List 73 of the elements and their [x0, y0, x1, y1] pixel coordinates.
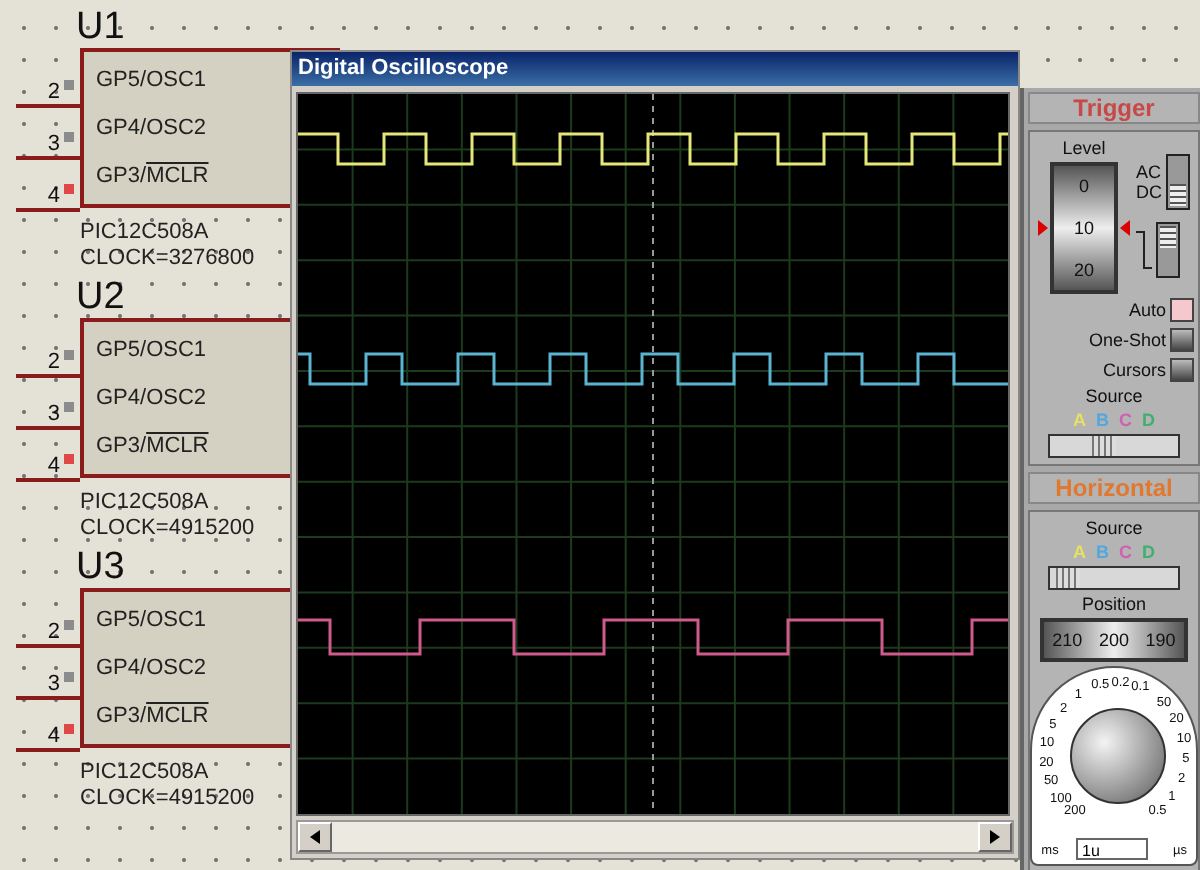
position-label: Position [1081, 594, 1147, 614]
edge-icon [1136, 230, 1152, 270]
channel-letter[interactable]: C [1119, 542, 1132, 562]
timebase-field[interactable]: 1u [1076, 838, 1148, 860]
pin-number: 2 [47, 350, 60, 374]
scroll-right-button[interactable] [978, 822, 1012, 852]
level-label: Level [1062, 138, 1106, 158]
scale-number: 190 [1145, 630, 1176, 650]
toggle-button[interactable] [1170, 298, 1194, 322]
left-arrow-icon [310, 830, 320, 844]
component-reference: U1 [76, 8, 127, 48]
channel-letter[interactable]: B [1096, 542, 1109, 562]
pin-label: GP3/MCLR [96, 164, 211, 188]
pin-label: GP4/OSC2 [96, 656, 209, 680]
option-label: Cursors [1102, 360, 1166, 380]
coupling-switch[interactable] [1166, 154, 1190, 210]
clock-value: CLOCK=3276800 [80, 246, 255, 272]
scale-number: 20 [1073, 259, 1094, 280]
scale-number: 210 [1052, 630, 1083, 650]
clock-value: CLOCK=4915200 [80, 516, 255, 542]
channel-letter[interactable]: D [1142, 542, 1155, 562]
scroll-left-button[interactable] [298, 822, 332, 852]
pin-number: 3 [47, 672, 60, 696]
option-label: One-Shot [1088, 330, 1166, 350]
component-reference: U2 [76, 278, 127, 318]
switch-thumb[interactable] [1170, 184, 1186, 206]
source-label: Source [1085, 386, 1143, 406]
pin-label: GP4/OSC2 [96, 386, 209, 410]
pin-label: GP3/MCLR [96, 704, 211, 728]
pin-number: 4 [47, 184, 60, 208]
component-reference: U3 [76, 548, 127, 588]
slider-thumb[interactable] [1055, 568, 1080, 588]
coupling-label: AC [1136, 162, 1162, 182]
source-slider[interactable] [1048, 434, 1180, 458]
horizontal-header: Horizontal [1028, 472, 1200, 504]
pin-label: GP5/OSC1 [96, 338, 209, 362]
part-name: PIC12C508A [80, 760, 209, 786]
pin-label: GP4/OSC2 [96, 116, 209, 140]
trigger-header: Trigger [1028, 92, 1200, 124]
slider-thumb[interactable] [1091, 436, 1116, 456]
channel-letter[interactable]: A [1073, 542, 1086, 562]
window-title: Digital Oscilloscope [292, 52, 1018, 86]
clock-value: CLOCK=4915200 [80, 786, 255, 812]
option-label: Auto [1128, 300, 1166, 320]
scale-number: 200 [1098, 630, 1129, 650]
source-label: Source [1085, 518, 1143, 538]
pin-number: 2 [47, 80, 60, 104]
coupling-label: DC [1136, 182, 1162, 202]
part-name: PIC12C508A [80, 490, 209, 516]
switch-thumb[interactable] [1160, 226, 1176, 248]
pin-number: 3 [47, 402, 60, 426]
pin-label: GP3/MCLR [96, 434, 211, 458]
position-wheel[interactable]: 210 200 190 [1040, 618, 1188, 662]
scale-number: 0 [1078, 176, 1089, 197]
pin-number: 2 [47, 620, 60, 644]
edge-switch[interactable] [1156, 222, 1180, 278]
pin-number: 4 [47, 454, 60, 478]
source-slider[interactable] [1048, 566, 1180, 590]
scale-number: 10 [1073, 217, 1094, 238]
toggle-button[interactable] [1170, 358, 1194, 382]
dial-knob[interactable] [1070, 708, 1166, 804]
right-arrow-icon [990, 830, 1000, 844]
level-wheel[interactable]: 0 10 20 [1050, 162, 1118, 294]
channel-letter[interactable]: D [1142, 410, 1155, 430]
horizontal-scrollbar[interactable] [296, 820, 1014, 854]
pin-number: 4 [47, 724, 60, 748]
toggle-button[interactable] [1170, 328, 1194, 352]
channel-letter[interactable]: B [1096, 410, 1109, 430]
pin-label: GP5/OSC1 [96, 608, 209, 632]
pin-number: 3 [47, 132, 60, 156]
channel-letter[interactable]: C [1119, 410, 1132, 430]
part-name: PIC12C508A [80, 220, 209, 246]
channel-letter[interactable]: A [1073, 410, 1086, 430]
